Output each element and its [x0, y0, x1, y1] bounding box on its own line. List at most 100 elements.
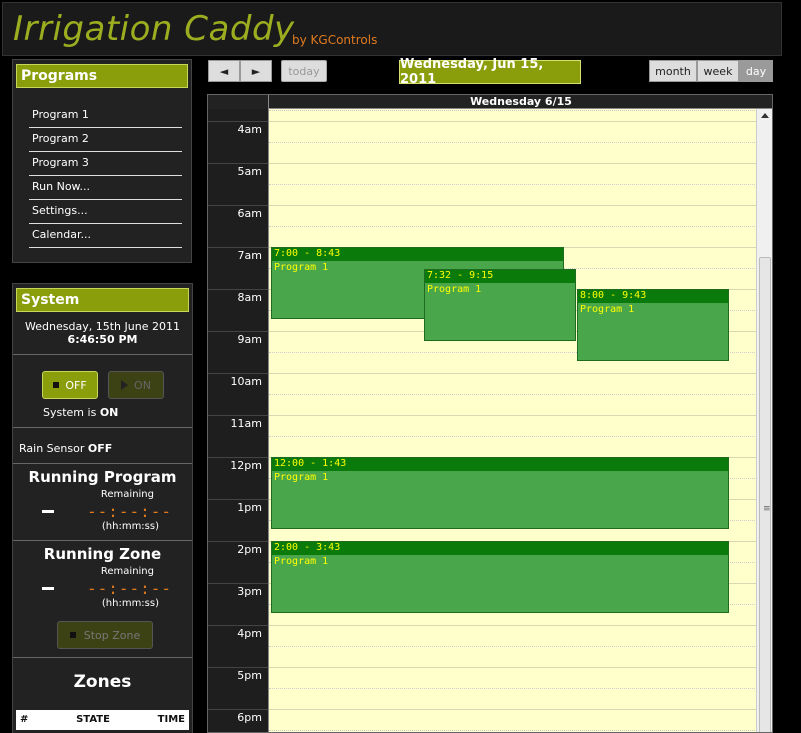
running-zone-value	[42, 587, 54, 590]
half-hour-line	[269, 110, 756, 111]
running-zone-remaining-label: Remaining	[100, 566, 154, 577]
stop-zone-label: Stop Zone	[83, 628, 141, 642]
stop-icon	[53, 382, 60, 388]
running-program-remaining-label: Remaining	[100, 489, 154, 500]
system-status-value: ON	[99, 406, 119, 419]
system-toggle: OFF ON	[42, 371, 189, 399]
hour-line	[269, 667, 756, 668]
calendar-title: Wednesday, Jun 15, 2011	[399, 57, 581, 87]
half-hour-line	[269, 226, 756, 227]
zones-col-time: TIME	[157, 714, 185, 725]
calendar-event[interactable]: 8:00 - 9:43 Program 1	[577, 289, 729, 362]
divider	[13, 463, 192, 464]
event-time: 12:00 - 1:43	[272, 458, 728, 471]
hour-label: 6pm	[237, 711, 262, 724]
menu-item-settings[interactable]: Settings...	[29, 200, 182, 224]
hour-line	[208, 541, 268, 542]
hour-line	[208, 163, 268, 164]
divider	[13, 540, 192, 541]
hour-label: 5am	[237, 165, 262, 178]
running-program-timer: --:--:--	[87, 502, 173, 521]
app-byline: by KGControls	[292, 33, 378, 47]
running-program-value	[42, 510, 54, 513]
programs-menu: Program 1 Program 2 Program 3 Run Now...…	[16, 104, 188, 248]
view-day-button[interactable]: day	[739, 60, 773, 82]
app-title: Irrigation Caddy	[13, 9, 295, 49]
calendar-event[interactable]: 7:32 - 9:15 Program 1	[424, 269, 576, 342]
event-title: Program 1	[274, 556, 329, 567]
menu-item-program-2[interactable]: Program 2	[29, 128, 182, 152]
calendar-event[interactable]: 2:00 - 3:43 Program 1	[271, 541, 729, 614]
vertical-scrollbar[interactable]: ≡	[756, 109, 772, 732]
hour-label: 8am	[237, 291, 262, 304]
hour-line	[269, 121, 756, 122]
menu-item-run-now[interactable]: Run Now...	[29, 176, 182, 200]
day-column[interactable]: 7:00 - 8:43 Program 1 7:32 - 9:15 Program 1…	[268, 109, 756, 732]
half-hour-line	[269, 142, 756, 143]
prev-button[interactable]: ◄	[208, 60, 240, 82]
today-button[interactable]: today	[281, 60, 327, 82]
running-zone-title: Running Zone	[43, 545, 162, 563]
hour-line	[208, 625, 268, 626]
on-label: ON	[134, 378, 151, 392]
hour-line	[208, 373, 268, 374]
hour-label: 11am	[230, 417, 262, 430]
prev-icon: ◄	[219, 64, 229, 78]
rain-sensor-status: Rain Sensor OFF	[16, 442, 189, 455]
event-title: Program 1	[427, 284, 482, 296]
system-status: System is ON	[43, 406, 189, 419]
off-label: OFF	[65, 378, 87, 392]
calendar-toolbar: ◄ ► today Wednesday, Jun 15, 2011 month …	[207, 57, 773, 88]
hour-line	[269, 373, 756, 374]
hour-line	[208, 205, 268, 206]
system-time: 6:46:50 PM	[67, 333, 138, 346]
hour-label: 10am	[230, 375, 262, 388]
calendar: ◄ ► today Wednesday, Jun 15, 2011 month …	[207, 57, 773, 733]
running-program-format: (hh:mm:ss)	[101, 521, 159, 532]
hour-line	[269, 415, 756, 416]
menu-item-program-1[interactable]: Program 1	[29, 104, 182, 128]
play-icon	[121, 380, 129, 390]
hour-label: 4am	[237, 123, 262, 136]
hour-label: 1pm	[237, 501, 262, 514]
day-column-header: Wednesday 6/15	[268, 95, 772, 109]
divider	[13, 427, 192, 428]
hour-line	[208, 667, 268, 668]
day-grid: Wednesday 6/15 4am 5am 6am 7am 8am 9am 10am 11a…	[207, 94, 773, 733]
menu-item-calendar[interactable]: Calendar...	[29, 224, 182, 248]
calendar-event[interactable]: 12:00 - 1:43 Program 1	[271, 457, 729, 530]
half-hour-line	[269, 646, 756, 647]
event-title: Program 1	[580, 304, 635, 315]
hour-line	[208, 457, 268, 458]
hour-line	[269, 709, 756, 710]
next-button[interactable]: ►	[240, 60, 272, 82]
system-off-button[interactable]: OFF	[42, 371, 98, 399]
scrollbar-thumb[interactable]: ≡	[759, 257, 771, 732]
event-time: 7:32 - 9:15	[425, 270, 575, 284]
running-program-title: Running Program	[28, 468, 177, 486]
hour-line	[208, 289, 268, 290]
half-hour-line	[269, 436, 756, 437]
running-zone-row: --:--:--	[16, 579, 189, 598]
event-time: 7:00 - 8:43	[272, 248, 563, 261]
system-heading: System	[16, 288, 189, 312]
system-status-prefix: System is	[43, 406, 97, 419]
app-header: Irrigation Caddy by KGControls	[2, 2, 782, 56]
scroll-up-icon[interactable]	[761, 113, 769, 118]
half-hour-line	[269, 688, 756, 689]
system-on-button[interactable]: ON	[108, 371, 164, 399]
event-title: Program 1	[274, 472, 329, 483]
half-hour-line	[269, 184, 756, 185]
running-program-row: --:--:--	[16, 502, 189, 521]
view-week-button[interactable]: week	[697, 60, 739, 82]
next-icon: ►	[251, 64, 261, 78]
hour-line	[208, 415, 268, 416]
stop-icon	[69, 632, 76, 638]
view-month-button[interactable]: month	[649, 60, 697, 82]
hour-line	[208, 247, 268, 248]
hour-line	[208, 709, 268, 710]
divider	[13, 657, 192, 658]
zones-col-state: STATE	[76, 714, 110, 725]
menu-item-program-3[interactable]: Program 3	[29, 152, 182, 176]
stop-zone-button[interactable]: Stop Zone	[57, 621, 153, 649]
